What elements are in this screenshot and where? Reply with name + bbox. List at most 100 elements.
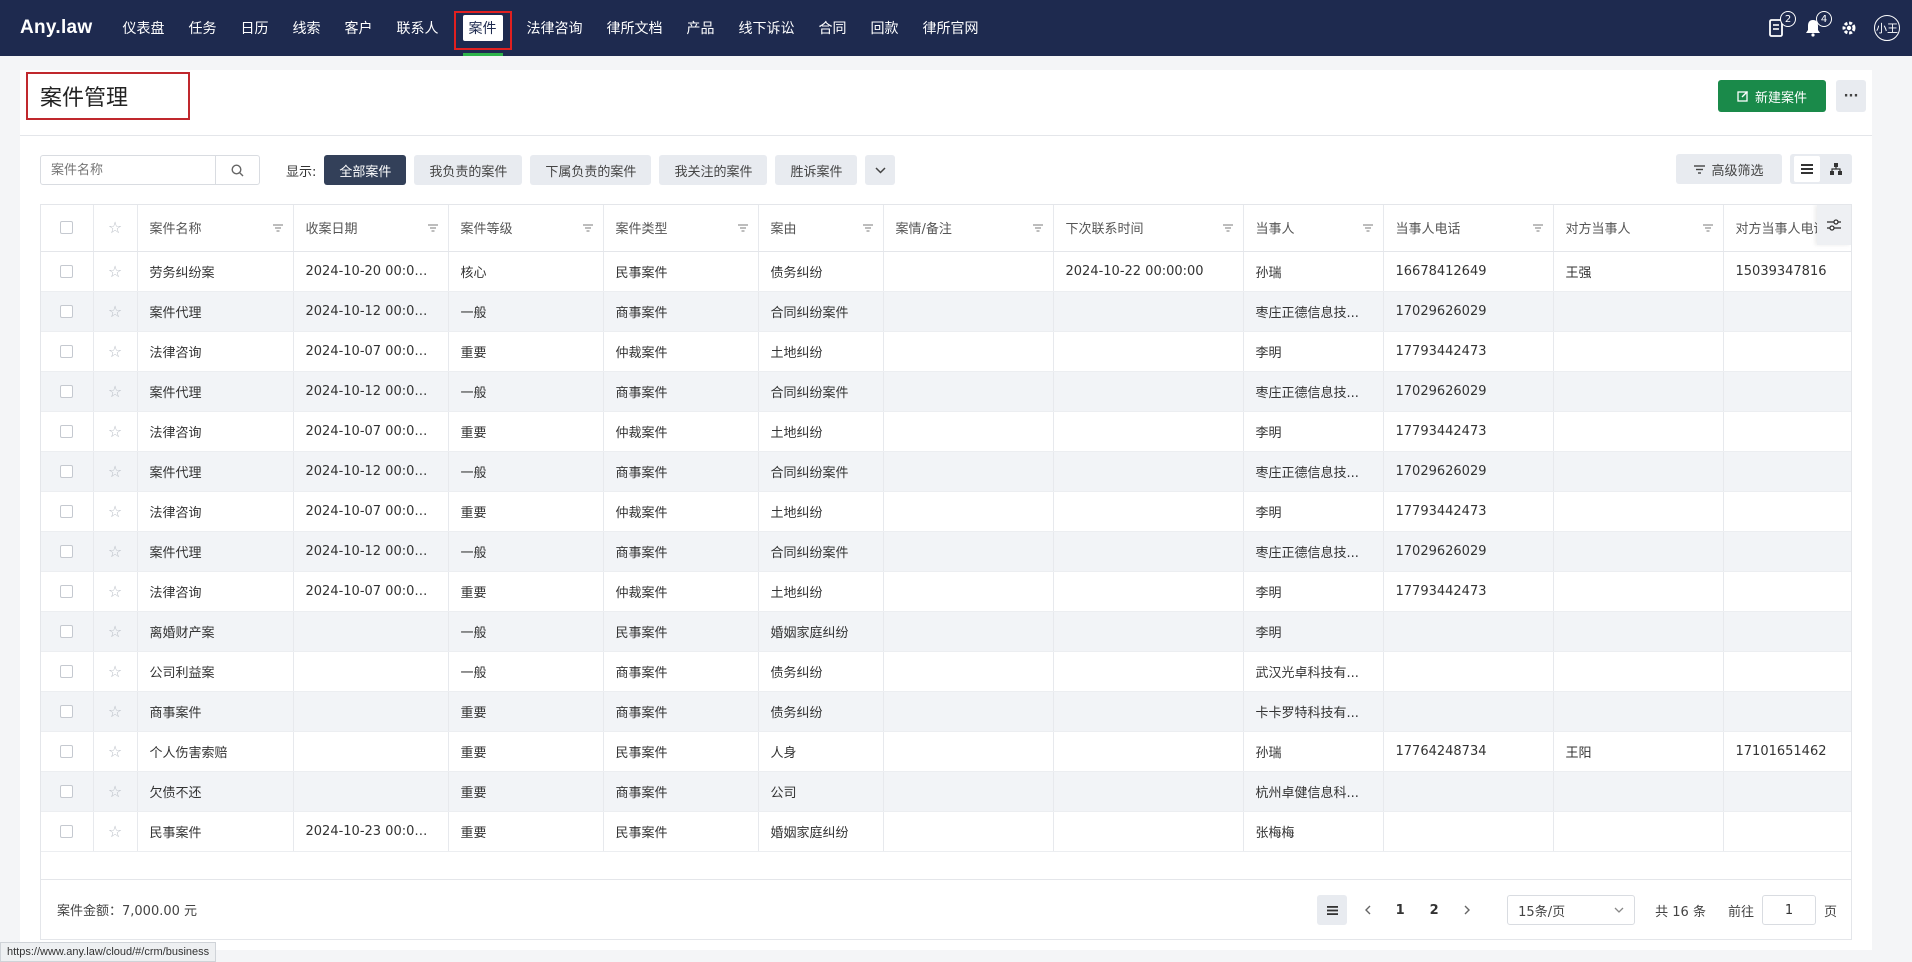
column-header-0[interactable]: 案件名称 xyxy=(137,205,294,252)
column-header-6[interactable]: 下次联系时间 xyxy=(1053,205,1244,252)
nav-item-1[interactable]: 任务 xyxy=(177,0,229,56)
row-checkbox[interactable] xyxy=(60,424,74,438)
star-icon[interactable]: ☆ xyxy=(108,702,122,721)
star-icon[interactable]: ☆ xyxy=(108,622,122,641)
star-icon[interactable]: ☆ xyxy=(108,542,122,561)
star-icon[interactable]: ☆ xyxy=(108,662,122,681)
row-checkbox[interactable] xyxy=(60,824,74,838)
next-page-button[interactable] xyxy=(1455,895,1479,925)
table-row[interactable]: ☆ 离婚财产案 一般 民事案件 婚姻家庭纠纷 李明 xyxy=(41,611,1851,652)
table-row[interactable]: ☆ 公司利益案 一般 商事案件 债务纠纷 武汉光卓科技有... xyxy=(41,651,1851,692)
column-header-8[interactable]: 当事人电话 xyxy=(1383,205,1554,252)
table-cell[interactable]: 公司利益案 xyxy=(137,651,294,692)
table-cell[interactable]: 法律咨询 xyxy=(137,331,294,372)
table-cell[interactable]: 案件代理 xyxy=(137,531,294,572)
goto-page-input[interactable] xyxy=(1761,895,1816,925)
column-header-1[interactable]: 收案日期 xyxy=(293,205,449,252)
search-input[interactable] xyxy=(41,156,215,184)
table-cell[interactable]: 民事案件 xyxy=(137,811,294,852)
table-cell[interactable]: 案件代理 xyxy=(137,291,294,332)
table-row[interactable]: ☆ 案件代理 2024-10-12 00:00:00 一般 商事案件 合同纠纷案件 枣庄正德… xyxy=(41,451,1851,492)
row-checkbox[interactable] xyxy=(60,504,74,518)
table-row[interactable]: ☆ 案件代理 2024-10-12 00:00:00 一般 商事案件 合同纠纷案件 枣庄正德… xyxy=(41,371,1851,412)
star-icon[interactable]: ☆ xyxy=(108,218,122,237)
table-row[interactable]: ☆ 法律咨询 2024-10-07 00:00:00 重要 仲裁案件 土地纠纷 李明 1779… xyxy=(41,571,1851,612)
nav-item-9[interactable]: 产品 xyxy=(675,0,727,56)
star-icon[interactable]: ☆ xyxy=(108,262,122,281)
nav-item-8[interactable]: 律所文档 xyxy=(595,0,675,56)
column-header-2[interactable]: 案件等级 xyxy=(448,205,604,252)
star-icon[interactable]: ☆ xyxy=(108,782,122,801)
table-row[interactable]: ☆ 欠债不还 重要 商事案件 公司 杭州卓健信息科... xyxy=(41,771,1851,812)
column-filter-icon[interactable] xyxy=(1032,221,1043,236)
column-filter-icon[interactable] xyxy=(1702,221,1713,236)
row-checkbox[interactable] xyxy=(60,344,74,358)
gear-icon[interactable] xyxy=(1838,17,1860,39)
star-icon[interactable]: ☆ xyxy=(108,822,122,841)
page-1-button[interactable]: 1 xyxy=(1387,895,1413,925)
table-row[interactable]: ☆ 案件代理 2024-10-12 00:00:00 一般 商事案件 合同纠纷案件 枣庄正德… xyxy=(41,531,1851,572)
search-button[interactable] xyxy=(215,156,259,184)
row-checkbox[interactable] xyxy=(60,664,74,678)
row-checkbox[interactable] xyxy=(60,544,74,558)
table-cell[interactable]: 欠债不还 xyxy=(137,771,294,812)
star-icon[interactable]: ☆ xyxy=(108,582,122,601)
column-header-4[interactable]: 案由 xyxy=(758,205,884,252)
nav-item-0[interactable]: 仪表盘 xyxy=(111,0,177,56)
table-cell[interactable]: 案件代理 xyxy=(137,371,294,412)
row-checkbox[interactable] xyxy=(60,304,74,318)
column-header-9[interactable]: 对方当事人 xyxy=(1553,205,1724,252)
table-cell[interactable]: 法律咨询 xyxy=(137,411,294,452)
more-views-dropdown[interactable] xyxy=(865,155,896,185)
row-checkbox[interactable] xyxy=(60,384,74,398)
select-all-checkbox[interactable] xyxy=(60,221,74,235)
table-cell[interactable]: 案件代理 xyxy=(137,451,294,492)
nav-item-2[interactable]: 日历 xyxy=(229,0,281,56)
document-notice-icon[interactable]: 2 xyxy=(1766,11,1796,39)
nav-item-6[interactable]: 案件 xyxy=(451,0,515,56)
nav-item-10[interactable]: 线下诉讼 xyxy=(727,0,807,56)
table-cell[interactable]: 法律咨询 xyxy=(137,491,294,532)
table-row[interactable]: ☆ 劳务纠纷案 2024-10-20 00:00:00 核心 民事案件 债务纠纷 2024-… xyxy=(41,251,1851,292)
table-cell[interactable]: 商事案件 xyxy=(137,691,294,732)
view-chip-4[interactable]: 胜诉案件 xyxy=(775,155,858,185)
view-chip-3[interactable]: 我关注的案件 xyxy=(659,155,768,185)
page-2-button[interactable]: 2 xyxy=(1421,895,1447,925)
new-case-button[interactable]: 新建案件 xyxy=(1718,80,1826,112)
table-row[interactable]: ☆ 法律咨询 2024-10-07 00:00:00 重要 仲裁案件 土地纠纷 李明 1779… xyxy=(41,331,1851,372)
table-cell[interactable]: 法律咨询 xyxy=(137,571,294,612)
star-icon[interactable]: ☆ xyxy=(108,462,122,481)
app-logo[interactable]: Any.law xyxy=(20,17,93,39)
nav-item-13[interactable]: 律所官网 xyxy=(911,0,991,56)
star-icon[interactable]: ☆ xyxy=(108,382,122,401)
column-header-3[interactable]: 案件类型 xyxy=(603,205,759,252)
nav-item-7[interactable]: 法律咨询 xyxy=(515,0,595,56)
nav-item-12[interactable]: 回款 xyxy=(859,0,911,56)
nav-item-3[interactable]: 线索 xyxy=(281,0,333,56)
pager-list-icon[interactable] xyxy=(1317,895,1348,925)
table-row[interactable]: ☆ 个人伤害索赔 重要 民事案件 人身 孙瑞 17764248734 王阳 1710165146… xyxy=(41,731,1851,772)
column-header-5[interactable]: 案情/备注 xyxy=(883,205,1054,252)
column-filter-icon[interactable] xyxy=(862,221,873,236)
table-row[interactable]: ☆ 法律咨询 2024-10-07 00:00:00 重要 仲裁案件 土地纠纷 李明 1779… xyxy=(41,411,1851,452)
column-filter-icon[interactable] xyxy=(737,221,748,236)
nav-item-4[interactable]: 客户 xyxy=(333,0,385,56)
bell-icon[interactable]: 4 xyxy=(1802,11,1832,39)
row-checkbox[interactable] xyxy=(60,784,74,798)
view-chip-2[interactable]: 下属负责的案件 xyxy=(530,155,652,185)
table-cell[interactable]: 离婚财产案 xyxy=(137,611,294,652)
user-avatar[interactable]: 小王 xyxy=(1874,15,1900,41)
row-checkbox[interactable] xyxy=(60,584,74,598)
nav-item-11[interactable]: 合同 xyxy=(807,0,859,56)
table-row[interactable]: ☆ 案件代理 2024-10-12 00:00:00 一般 商事案件 合同纠纷案件 枣庄正德… xyxy=(41,291,1851,332)
row-checkbox[interactable] xyxy=(60,624,74,638)
row-checkbox[interactable] xyxy=(60,464,74,478)
column-filter-icon[interactable] xyxy=(582,221,593,236)
table-row[interactable]: ☆ 商事案件 重要 商事案件 债务纠纷 卡卡罗特科技有... xyxy=(41,691,1851,732)
nav-item-5[interactable]: 联系人 xyxy=(385,0,451,56)
column-settings-button[interactable] xyxy=(1817,205,1851,245)
column-header-7[interactable]: 当事人 xyxy=(1243,205,1384,252)
page-size-select[interactable]: 15条/页 xyxy=(1507,895,1636,925)
advanced-filter-button[interactable]: 高级筛选 xyxy=(1676,154,1782,184)
table-cell[interactable]: 个人伤害索赔 xyxy=(137,731,294,772)
